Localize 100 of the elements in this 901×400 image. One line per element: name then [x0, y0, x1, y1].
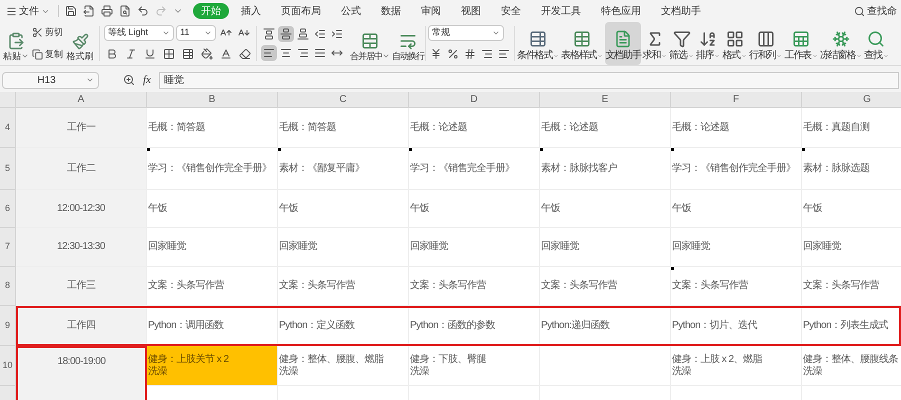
print-icon[interactable] — [101, 5, 113, 17]
currency-icon — [430, 48, 442, 60]
undo-icon[interactable] — [137, 5, 149, 17]
save-icon[interactable] — [65, 5, 77, 17]
font-color-icon — [220, 48, 232, 60]
table-cell: Python：列表生成式 — [802, 306, 901, 346]
row-header[interactable]: 4 — [0, 108, 16, 148]
table-cell: 12:00-12:30 — [16, 190, 147, 228]
number-format-field[interactable]: 常规 — [428, 24, 504, 41]
format-painter-button[interactable]: 格式刷 — [65, 22, 95, 65]
italic-icon — [125, 48, 137, 60]
caret-icon — [86, 76, 94, 84]
table-cell: 文案：头条写作营 — [147, 267, 278, 306]
percent-icon — [447, 48, 459, 60]
export-icon[interactable] — [83, 5, 95, 17]
menu-tab[interactable]: 页面布局 — [273, 3, 329, 19]
column-header[interactable]: D — [409, 92, 540, 107]
table-cell: 12:30-13:30 — [16, 228, 147, 267]
ribbon-button[interactable]: 条件格式 — [517, 22, 560, 65]
ribbon-button[interactable]: 筛选 — [669, 22, 694, 65]
row-header[interactable]: 9 — [0, 306, 16, 346]
ribbon-button[interactable]: 冻结窗格 — [820, 22, 862, 65]
table-style-icon — [573, 30, 592, 48]
rows-columns-icon — [756, 30, 775, 48]
indent-increase-icon — [331, 28, 343, 40]
fill-color-button[interactable] — [199, 46, 215, 62]
table-cell: 毛概：论述题 — [671, 108, 802, 148]
border-icon — [163, 48, 175, 60]
column-header[interactable]: F — [671, 92, 802, 107]
row-header[interactable]: 10 — [0, 346, 16, 386]
thousands-icon — [464, 48, 476, 60]
zoom-icon[interactable] — [123, 74, 135, 86]
row-header[interactable]: 8 — [0, 267, 16, 306]
ribbon-button[interactable]: 排序 — [696, 22, 720, 65]
clipboard-icon — [7, 32, 25, 50]
cell-style-icon — [182, 48, 194, 60]
file-menu[interactable]: 文件 — [4, 4, 52, 18]
ribbon-button[interactable]: 行和列 — [749, 22, 782, 65]
menu-tab[interactable]: 特色应用 — [593, 3, 649, 19]
table-cell: Python：定义函数 — [278, 306, 409, 346]
scissors-icon — [32, 27, 43, 38]
search-button[interactable]: 查找命 — [854, 4, 897, 18]
menu-tab[interactable]: 公式 — [333, 3, 369, 19]
paste-button[interactable]: 粘贴 — [2, 22, 30, 65]
document-icon — [614, 30, 632, 48]
wrap-text-button[interactable]: 自动换行 — [391, 22, 425, 65]
search-icon — [867, 30, 886, 48]
menu-tab[interactable]: 开发工具 — [533, 3, 589, 19]
column-header[interactable]: C — [278, 92, 409, 107]
font-size-field[interactable]: 11 — [176, 24, 216, 41]
column-header[interactable]: B — [147, 92, 278, 107]
table-cell: 素材：脉脉选题 — [802, 148, 901, 190]
column-header[interactable]: A — [16, 92, 147, 107]
row-header[interactable]: 7 — [0, 228, 16, 267]
table-cell: 午饭 — [671, 190, 802, 228]
formula-field[interactable]: 睡觉 — [158, 72, 899, 88]
bold-icon — [106, 48, 118, 60]
table-cell: 毛概：论述题 — [409, 108, 540, 148]
row-header[interactable]: 5 — [0, 148, 16, 190]
table-cell: 文案：头条写作营 — [409, 267, 540, 306]
ribbon-button[interactable]: 求和 — [642, 22, 668, 65]
column-header[interactable]: E — [540, 92, 671, 107]
align-bottom-button[interactable] — [295, 26, 311, 42]
font-name-field[interactable]: 等线 Light — [104, 24, 174, 41]
ribbon-button[interactable]: 查找 — [864, 22, 889, 65]
merge-center-button[interactable]: 合并居中 — [349, 22, 391, 65]
align-left-button[interactable] — [261, 45, 277, 62]
fill-color-icon — [201, 48, 213, 60]
ribbon-button[interactable]: 表格样式 — [561, 22, 604, 65]
table-cell: 回家睡觉 — [540, 228, 671, 267]
copy-button[interactable]: 复制 — [32, 48, 63, 61]
ribbon-button[interactable]: 工作表 — [784, 22, 818, 65]
underline-icon — [144, 48, 156, 60]
table-cell: 回家睡觉 — [147, 228, 278, 267]
table-cell: 毛概：简答题 — [278, 108, 409, 148]
table-cell: 回家睡觉 — [278, 228, 409, 267]
name-box[interactable]: H13 — [2, 72, 99, 88]
ribbon-button[interactable]: 格式 — [722, 22, 748, 65]
column-header[interactable]: G — [802, 92, 901, 107]
row-header[interactable]: 6 — [0, 190, 16, 228]
function-label[interactable]: fx — [143, 72, 151, 88]
align-middle-button[interactable] — [278, 26, 294, 42]
table-cell: 素材：脉脉找客户 — [540, 148, 671, 190]
table-cell: 健身：整体、腰腹线条 洗澡 — [802, 346, 901, 386]
menu-tab[interactable]: 插入 — [233, 3, 269, 19]
cut-button[interactable]: 剪切 — [32, 26, 63, 40]
copy-icon — [32, 48, 43, 60]
align-right-icon — [297, 47, 309, 60]
menu-tab[interactable]: 审阅 — [413, 3, 449, 19]
menu-tab[interactable]: 文档助手 — [653, 3, 709, 19]
align-top-button[interactable] — [261, 26, 277, 42]
menu-tab[interactable]: 数据 — [373, 3, 409, 19]
align-left-icon — [263, 47, 275, 60]
menu-tab[interactable]: 安全 — [493, 3, 529, 19]
menu-tab[interactable]: 视图 — [453, 3, 489, 19]
format-icon — [726, 30, 744, 48]
menu-icon — [6, 6, 17, 16]
ribbon-button[interactable]: 文档助手 — [605, 22, 641, 65]
preview-icon[interactable] — [119, 5, 131, 17]
table-cell: 午饭 — [278, 190, 409, 228]
